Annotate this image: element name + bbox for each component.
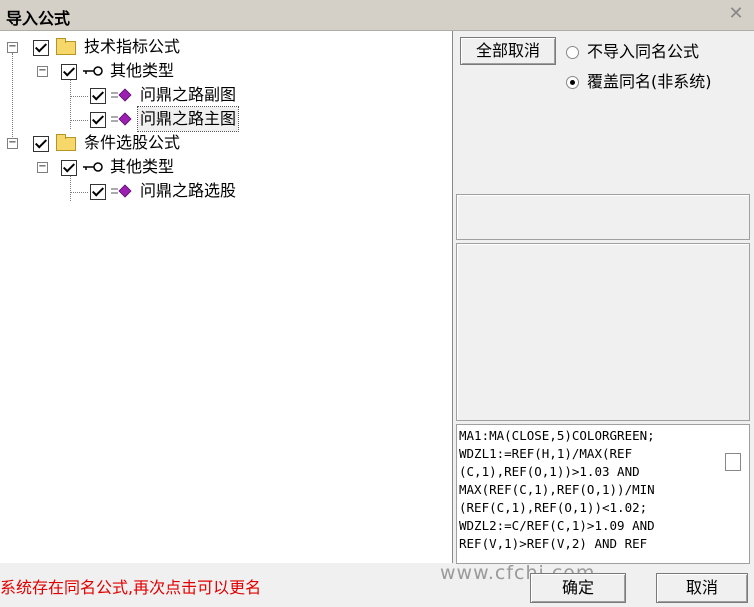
radio-label: 不导入同名公式 (587, 42, 700, 61)
checkbox-checked[interactable] (61, 160, 77, 176)
key-icon (83, 66, 103, 76)
tree-node-other-types[interactable]: − 其他类型 (0, 59, 300, 83)
formula-code-view[interactable]: MA1:MA(CLOSE,5)COLORGREEN; WDZL1:=REF(H,… (456, 424, 750, 564)
radio-no-import[interactable]: 不导入同名公式 (566, 38, 699, 62)
status-message: 系统存在同名公式,再次点击可以更名 (0, 578, 262, 597)
folder-icon (56, 134, 76, 151)
formula-gem-icon (111, 88, 132, 102)
checkbox-checked[interactable] (33, 40, 49, 56)
checkbox-checked[interactable] (33, 136, 49, 152)
key-icon (83, 162, 103, 172)
tree-node-label: 其他类型 (110, 61, 175, 80)
tree-node-label: 其他类型 (110, 157, 175, 176)
folder-icon (56, 38, 76, 55)
tree-node-label: 问鼎之路主图 (136, 106, 240, 132)
formula-tree[interactable]: − 技术指标公式 − 其他类型 问鼎之路副图 问鼎之路主图 − 条件选股公式 −… (0, 31, 453, 563)
tree-node-other-types[interactable]: − 其他类型 (0, 155, 300, 179)
checkbox-checked[interactable] (90, 112, 106, 128)
title-bar: 导入公式 ✕ (0, 0, 754, 31)
collapse-icon[interactable]: − (37, 66, 48, 77)
collapse-icon[interactable]: − (7, 138, 18, 149)
tree-node-formula-selected[interactable]: 问鼎之路主图 (0, 106, 300, 132)
formula-gem-icon (111, 184, 132, 198)
formula-code-text: MA1:MA(CLOSE,5)COLORGREEN; WDZL1:=REF(H,… (459, 428, 655, 551)
checkbox-unchecked[interactable] (725, 453, 741, 471)
tree-node-label: 技术指标公式 (84, 37, 181, 56)
radio-label: 覆盖同名(非系统) (587, 72, 712, 91)
window-title: 导入公式 (6, 9, 71, 28)
collapse-icon[interactable]: − (7, 42, 18, 53)
description-field[interactable] (456, 243, 750, 421)
radio-unselected-icon (566, 46, 579, 59)
tree-node-label: 问鼎之路选股 (140, 181, 237, 200)
checkbox-checked[interactable] (90, 88, 106, 104)
ok-button[interactable]: 确定 (530, 573, 626, 603)
collapse-icon[interactable]: − (37, 162, 48, 173)
tree-node-tech-indicators[interactable]: − 技术指标公式 (0, 35, 300, 59)
tree-node-stock-selection[interactable]: − 条件选股公式 (0, 131, 300, 155)
checkbox-checked[interactable] (90, 184, 106, 200)
formula-gem-icon (111, 112, 132, 126)
tree-node-formula[interactable]: 问鼎之路副图 (0, 83, 300, 107)
name-field[interactable] (456, 194, 750, 240)
tree-node-label: 问鼎之路副图 (140, 85, 237, 104)
tree-node-label: 条件选股公式 (84, 133, 181, 152)
tree-node-formula[interactable]: 问鼎之路选股 (0, 179, 300, 203)
close-icon[interactable]: ✕ (726, 3, 746, 25)
radio-overwrite[interactable]: 覆盖同名(非系统) (566, 68, 712, 92)
cancel-all-button[interactable]: 全部取消 (460, 37, 556, 65)
radio-selected-icon (566, 76, 579, 89)
cancel-button[interactable]: 取消 (656, 573, 748, 603)
checkbox-checked[interactable] (61, 64, 77, 80)
